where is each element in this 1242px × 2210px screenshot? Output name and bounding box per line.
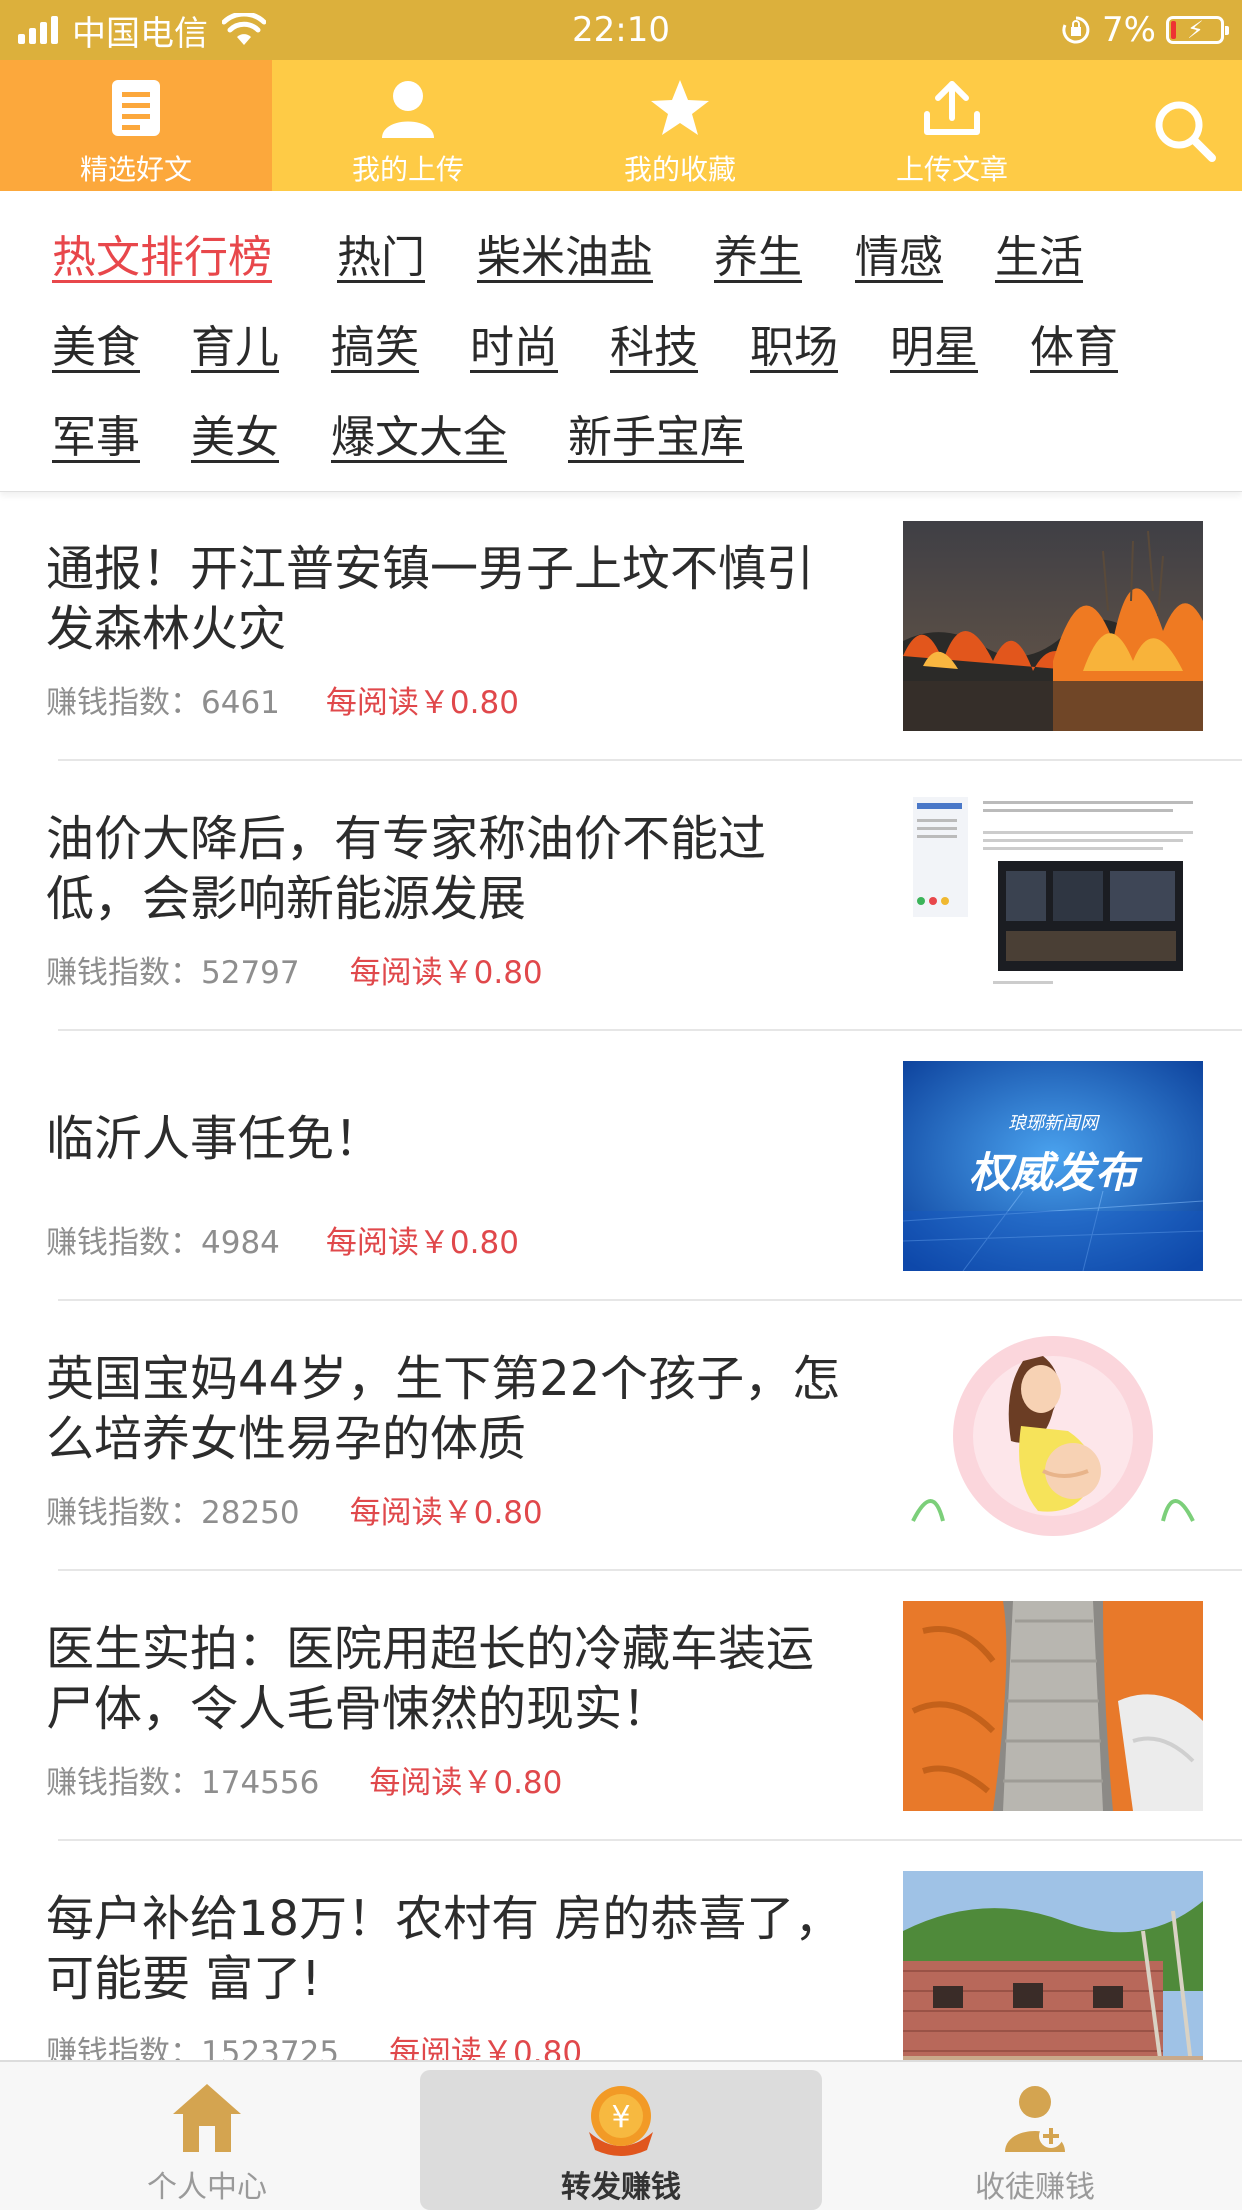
article-meta: 赚钱指数：174556 每阅读￥0.80: [46, 1757, 562, 1802]
search-icon[interactable]: [1150, 96, 1220, 166]
article-meta: 赚钱指数：28250 每阅读￥0.80: [46, 1487, 543, 1532]
bottom-tab-bar: 个人中心 ¥ 转发赚钱 收徒赚钱: [0, 2060, 1242, 2210]
news-brand: 琅琊新闻网: [1008, 1113, 1098, 1134]
article-title: 英国宝妈44岁，生下第22个孩子，怎么培养女性易孕的体质: [46, 1351, 841, 1467]
category-tech[interactable]: 科技: [610, 311, 698, 375]
person-add-icon: [1005, 2086, 1065, 2152]
earn-index-label: 赚钱指数：: [46, 685, 201, 721]
earn-index-label: 赚钱指数：: [46, 1765, 201, 1801]
category-emotion[interactable]: 情感: [855, 221, 943, 285]
upload-icon: [924, 81, 980, 135]
coin-icon: ¥: [589, 2086, 653, 2156]
earn-index-value: 6461: [201, 685, 280, 721]
earn-index-value: 4984: [201, 1225, 280, 1261]
document-icon: [112, 80, 160, 136]
orientation-lock-icon: [1062, 16, 1090, 44]
tab-label: 转发赚钱: [561, 2170, 681, 2205]
article-title: 医生实拍：医院用超长的冷藏车装运尸体，令人毛骨悚然的现实！: [46, 1621, 815, 1737]
svg-text:¥: ¥: [611, 2100, 630, 2135]
article-thumbnail: 琅琊新闻网 权威发布: [903, 1061, 1203, 1271]
category-hot-ranking[interactable]: 热文排行榜: [52, 221, 272, 285]
home-icon: [173, 2084, 241, 2152]
user-icon: [382, 81, 434, 138]
tab-my-favorites[interactable]: 我的收藏: [544, 60, 816, 191]
category-daily-life[interactable]: 柴米油盐: [477, 221, 653, 285]
tab-label: 收徒赚钱: [975, 2170, 1095, 2205]
tab-share-earn[interactable]: ¥ 转发赚钱: [420, 2070, 822, 2210]
price-per-read: 每阅读￥0.80: [325, 1225, 519, 1261]
earn-index-value: 174556: [201, 1765, 320, 1801]
tab-label: 我的收藏: [623, 153, 736, 186]
star-icon: [651, 80, 709, 135]
earn-index-value: 52797: [201, 955, 300, 991]
tab-personal-center[interactable]: 个人中心: [0, 2062, 414, 2210]
article-thumbnail: [903, 1601, 1203, 1811]
category-beauty[interactable]: 美女: [191, 401, 279, 465]
category-food[interactable]: 美食: [52, 311, 140, 375]
price-per-read: 每阅读￥0.80: [369, 1765, 563, 1801]
tab-recruit-earn[interactable]: 收徒赚钱: [828, 2062, 1242, 2210]
earn-index-value: 28250: [201, 1495, 300, 1531]
article-thumbnail: [903, 1871, 1203, 2081]
price-per-read: 每阅读￥0.80: [349, 1495, 543, 1531]
article-item[interactable]: 油价大降后，有专家称油价不能过低，会影响新能源发展 赚钱指数：52797 每阅读￥…: [0, 761, 1242, 1031]
tab-label: 精选好文: [79, 153, 192, 186]
category-life[interactable]: 生活: [995, 221, 1083, 285]
category-funny[interactable]: 搞笑: [331, 311, 419, 375]
top-nav: 精选好文 我的上传 我的收藏 上传文章: [0, 60, 1242, 191]
tab-label: 上传文章: [895, 153, 1008, 186]
category-sports[interactable]: 体育: [1030, 311, 1118, 375]
battery-icon: ⚡: [1166, 16, 1229, 44]
article-item[interactable]: 通报！开江普安镇一男子上坟不慎引发森林火灾 赚钱指数：6461 每阅读￥0.80: [0, 491, 1242, 761]
article-thumbnail: [903, 521, 1203, 731]
article-meta: 赚钱指数：52797 每阅读￥0.80: [46, 947, 543, 992]
earn-index-label: 赚钱指数：: [46, 955, 201, 991]
price-per-read: 每阅读￥0.80: [325, 685, 519, 721]
article-thumbnail: [903, 1331, 1203, 1541]
tab-label: 我的上传: [351, 153, 464, 186]
article-item[interactable]: 英国宝妈44岁，生下第22个孩子，怎么培养女性易孕的体质 赚钱指数：28250 每…: [0, 1301, 1242, 1571]
category-parenting[interactable]: 育儿: [191, 311, 279, 375]
status-bar: 中国电信 22:10 7% ⚡: [0, 0, 1242, 60]
earn-index-label: 赚钱指数：: [46, 1495, 201, 1531]
category-beginner-guide[interactable]: 新手宝库: [568, 401, 744, 465]
category-health[interactable]: 养生: [714, 221, 802, 285]
tab-label: 个人中心: [147, 2170, 267, 2205]
category-viral-collection[interactable]: 爆文大全: [331, 401, 507, 465]
article-item[interactable]: 医生实拍：医院用超长的冷藏车装运尸体，令人毛骨悚然的现实！ 赚钱指数：17455…: [0, 1571, 1242, 1841]
article-thumbnail: [903, 791, 1203, 1001]
category-grid: 热文排行榜 热门 柴米油盐 养生 情感 生活 美食 育儿 搞笑 时尚 科技 职场…: [0, 191, 1242, 492]
article-meta: 赚钱指数：6461 每阅读￥0.80: [46, 677, 519, 722]
tab-my-uploads[interactable]: 我的上传: [272, 60, 544, 191]
category-fashion[interactable]: 时尚: [470, 311, 558, 375]
earn-index-label: 赚钱指数：: [46, 1225, 201, 1261]
clock: 22:10: [572, 10, 670, 50]
battery-percent: 7%: [1102, 10, 1156, 50]
tab-upload-article[interactable]: 上传文章: [816, 60, 1088, 191]
tab-featured-articles[interactable]: 精选好文: [0, 60, 272, 191]
article-title: 每户补给18万！农村有 房的恭喜了，可能要 富了!: [46, 1891, 843, 2007]
article-title: 油价大降后，有专家称油价不能过低，会影响新能源发展: [46, 811, 767, 927]
news-banner-text: 权威发布: [968, 1148, 1137, 1197]
category-career[interactable]: 职场: [750, 311, 838, 375]
article-item[interactable]: 临沂人事任免！ 赚钱指数：4984 每阅读￥0.80 琅琊新闻网 权威发布: [0, 1031, 1242, 1301]
category-hot[interactable]: 热门: [337, 221, 425, 285]
article-meta: 赚钱指数：4984 每阅读￥0.80: [46, 1217, 519, 1262]
category-celebrity[interactable]: 明星: [890, 311, 978, 375]
category-military[interactable]: 军事: [52, 401, 140, 465]
price-per-read: 每阅读￥0.80: [349, 955, 543, 991]
article-title: 通报！开江普安镇一男子上坟不慎引发森林火灾: [46, 541, 815, 657]
article-title: 临沂人事任免！: [46, 1111, 383, 1167]
